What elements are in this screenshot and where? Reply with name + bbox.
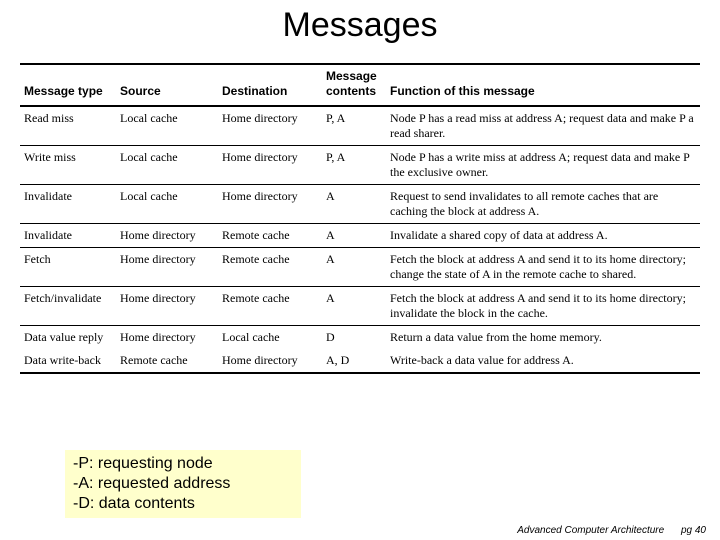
- cell-mc: P, A: [322, 146, 386, 185]
- cell-src: Home directory: [116, 224, 218, 248]
- cell-fn: Fetch the block at address A and send it…: [386, 248, 700, 287]
- cell-mc: A: [322, 287, 386, 326]
- cell-src: Home directory: [116, 287, 218, 326]
- cell-dst: Home directory: [218, 106, 322, 146]
- col-function: Function of this message: [386, 64, 700, 106]
- cell-type: Fetch: [20, 248, 116, 287]
- cell-src: Home directory: [116, 248, 218, 287]
- legend-box: -P: requesting node -A: requested addres…: [65, 450, 301, 518]
- cell-type: Data write-back: [20, 349, 116, 373]
- col-message-contents: Message contents: [322, 64, 386, 106]
- legend-line-d: -D: data contents: [73, 494, 293, 514]
- cell-dst: Remote cache: [218, 248, 322, 287]
- table-row: Invalidate Home directory Remote cache A…: [20, 224, 700, 248]
- cell-src: Local cache: [116, 106, 218, 146]
- legend-line-p: -P: requesting node: [73, 454, 293, 474]
- table-row: Data value reply Home directory Local ca…: [20, 326, 700, 350]
- table-header-row: Message type Source Destination Message …: [20, 64, 700, 106]
- cell-fn: Request to send invalidates to all remot…: [386, 185, 700, 224]
- table-row: Fetch/invalidate Home directory Remote c…: [20, 287, 700, 326]
- cell-src: Local cache: [116, 146, 218, 185]
- table-row: Fetch Home directory Remote cache A Fetc…: [20, 248, 700, 287]
- cell-type: Fetch/invalidate: [20, 287, 116, 326]
- cell-fn: Fetch the block at address A and send it…: [386, 287, 700, 326]
- cell-fn: Node P has a read miss at address A; req…: [386, 106, 700, 146]
- footer-course: Advanced Computer Architecture: [517, 525, 664, 536]
- cell-mc: A, D: [322, 349, 386, 373]
- col-message-type: Message type: [20, 64, 116, 106]
- table-row: Data write-back Remote cache Home direct…: [20, 349, 700, 373]
- slide: Messages Message type Source Destination…: [0, 6, 720, 540]
- footer: Advanced Computer Architecture pg 40: [0, 525, 706, 536]
- cell-dst: Remote cache: [218, 287, 322, 326]
- col-source: Source: [116, 64, 218, 106]
- cell-type: Read miss: [20, 106, 116, 146]
- cell-type: Invalidate: [20, 224, 116, 248]
- cell-mc: D: [322, 326, 386, 350]
- cell-dst: Home directory: [218, 146, 322, 185]
- cell-type: Write miss: [20, 146, 116, 185]
- cell-mc: A: [322, 248, 386, 287]
- cell-mc: A: [322, 185, 386, 224]
- table-row: Read miss Local cache Home directory P, …: [20, 106, 700, 146]
- cell-fn: Node P has a write miss at address A; re…: [386, 146, 700, 185]
- cell-type: Data value reply: [20, 326, 116, 350]
- cell-type: Invalidate: [20, 185, 116, 224]
- cell-dst: Home directory: [218, 349, 322, 373]
- cell-dst: Remote cache: [218, 224, 322, 248]
- legend-line-a: -A: requested address: [73, 474, 293, 494]
- cell-mc: P, A: [322, 106, 386, 146]
- col-destination: Destination: [218, 64, 322, 106]
- slide-title: Messages: [0, 6, 720, 45]
- cell-src: Home directory: [116, 326, 218, 350]
- footer-page: pg 40: [681, 525, 706, 536]
- table-row: Invalidate Local cache Home directory A …: [20, 185, 700, 224]
- cell-src: Remote cache: [116, 349, 218, 373]
- cell-mc: A: [322, 224, 386, 248]
- table-row: Write miss Local cache Home directory P,…: [20, 146, 700, 185]
- cell-dst: Local cache: [218, 326, 322, 350]
- messages-table: Message type Source Destination Message …: [20, 63, 700, 374]
- cell-fn: Write-back a data value for address A.: [386, 349, 700, 373]
- cell-fn: Invalidate a shared copy of data at addr…: [386, 224, 700, 248]
- cell-fn: Return a data value from the home memory…: [386, 326, 700, 350]
- cell-dst: Home directory: [218, 185, 322, 224]
- cell-src: Local cache: [116, 185, 218, 224]
